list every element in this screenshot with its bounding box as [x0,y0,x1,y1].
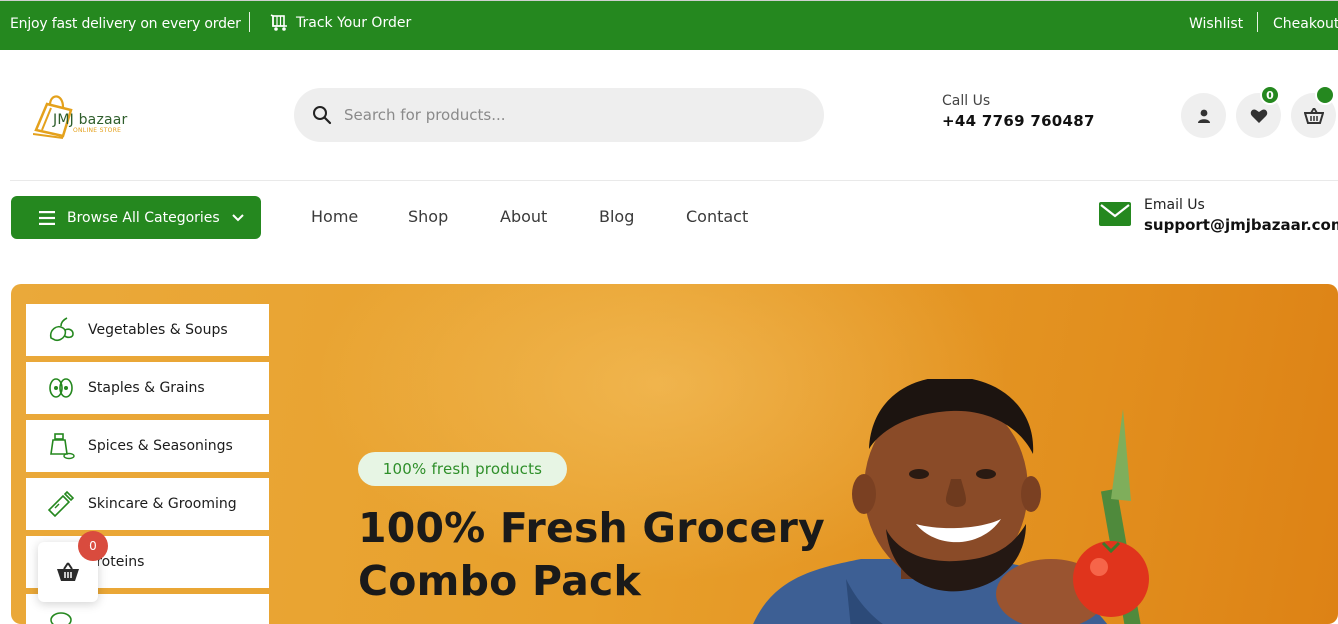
basket-icon [57,562,79,581]
wishlist-link[interactable]: Wishlist [1189,16,1243,32]
category-label: Spices & Seasonings [88,438,233,454]
account-button[interactable] [1181,93,1226,138]
category-label: Staples & Grains [88,380,205,396]
category-label: Vegetables & Soups [88,322,228,338]
menu-icon [39,210,55,225]
category-item[interactable]: Staples & Grains [26,362,269,414]
category-icon [50,612,72,624]
promo-text: Enjoy fast delivery on every order [10,16,241,32]
category-label: Skincare & Grooming [88,496,237,512]
category-item[interactable]: Skincare & Grooming [26,478,269,530]
top-bar: Enjoy fast delivery on every order Track… [0,0,1338,50]
nav-about[interactable]: About [500,207,547,226]
search-bar[interactable] [294,88,824,142]
chevron-down-icon [231,213,244,221]
search-icon[interactable] [312,105,332,125]
track-order-link[interactable]: Track Your Order [270,14,411,32]
spices-icon [50,433,75,460]
vegetables-icon [49,317,74,342]
nav-home[interactable]: Home [311,207,358,226]
checkout-link[interactable]: Cheakout [1273,16,1338,32]
heart-icon [1250,109,1267,123]
nav-contact[interactable]: Contact [686,207,748,226]
browse-categories-button[interactable]: Browse All Categories [11,196,261,239]
truck-icon [270,14,287,31]
search-input[interactable] [344,106,784,124]
wishlist-count-badge: 0 [1260,85,1280,105]
nav-shop[interactable]: Shop [408,207,448,226]
cart-count-badge [1315,85,1335,105]
user-icon [1197,109,1210,123]
category-item[interactable]: Spices & Seasonings [26,420,269,472]
divider [1257,12,1258,32]
header-divider [10,180,1338,181]
track-order-label: Track Your Order [296,15,412,31]
email-us-label: Email Us [1144,197,1205,213]
basket-icon [1303,107,1324,124]
browse-categories-label: Browse All Categories [67,209,220,226]
phone-number[interactable]: +44 7769 760487 [942,112,1095,130]
email-us-block: Email Us support@jmjbazaar.com [1144,197,1338,234]
hero-person-image [753,379,1149,624]
logo-subtitle: ONLINE STORE [73,127,122,134]
site-logo[interactable]: JMJ bazaar ONLINE STORE [33,90,153,142]
category-item[interactable]: Vegetables & Soups [26,304,269,356]
nav-blog[interactable]: Blog [599,207,634,226]
email-address[interactable]: support@jmjbazaar.com [1144,216,1338,234]
call-us-block: Call Us +44 7769 760487 [942,93,1095,130]
envelope-icon [1099,202,1131,226]
fresh-products-pill: 100% fresh products [358,452,567,486]
logo-name: JMJ bazaar [53,112,128,128]
hero-banner: Vegetables & Soups Staples & Grains Spic… [11,284,1338,624]
skincare-icon [47,490,75,518]
call-us-label: Call Us [942,93,991,109]
divider [249,12,250,32]
grains-icon [49,378,73,398]
floating-cart-count-badge: 0 [78,531,108,561]
